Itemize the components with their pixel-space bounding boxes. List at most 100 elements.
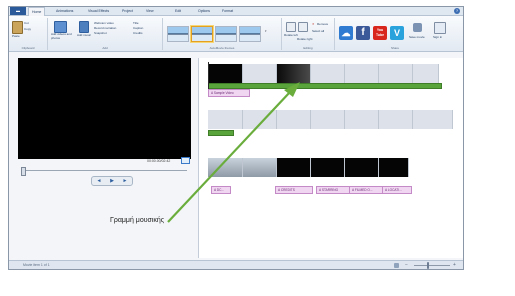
add-group-label: Add: [102, 46, 108, 50]
clip-frame: [243, 158, 277, 177]
tab-format[interactable]: Format: [219, 7, 236, 15]
facebook-icon[interactable]: f: [356, 26, 370, 40]
tab-view[interactable]: View: [143, 7, 157, 15]
themes-group: ▾ AutoMovie themes: [163, 18, 282, 50]
ribbon: Paste Cut Copy Clipboard Add videos and …: [9, 16, 463, 52]
playback-controls: ◄ ▶ ►: [91, 176, 133, 186]
clip-frame: [277, 64, 311, 83]
paste-icon[interactable]: [12, 21, 23, 34]
clip-frame: [208, 64, 243, 83]
status-text: Movie item 1 of 1: [23, 263, 50, 267]
time-counter: 00:00.00/02:42: [147, 159, 171, 163]
theme-thumbnail[interactable]: [215, 26, 237, 42]
select-all-button[interactable]: Select all: [312, 29, 324, 33]
credits-button[interactable]: Credits: [133, 31, 143, 35]
clip-frame: [311, 64, 345, 83]
snapshot-button[interactable]: Snapshot: [94, 31, 107, 35]
fullscreen-icon[interactable]: [181, 157, 190, 164]
video-clip-row[interactable]: [208, 64, 439, 83]
paste-button[interactable]: Paste: [12, 34, 20, 38]
tab-project[interactable]: Project: [119, 7, 136, 15]
caption-credits[interactable]: A CREDITS: [275, 186, 313, 194]
tab-edit[interactable]: Edit: [172, 7, 184, 15]
file-menu-button[interactable]: ▬: [10, 7, 26, 15]
music-note-icon[interactable]: [79, 21, 89, 33]
save-movie-icon[interactable]: [413, 23, 422, 32]
clip-frame: [345, 110, 379, 129]
clip-frame: [243, 64, 277, 83]
record-narration-button[interactable]: Record narration: [94, 26, 116, 30]
clip-frame: [379, 64, 413, 83]
rotate-left-icon[interactable]: [286, 22, 296, 32]
remove-icon[interactable]: ✕: [312, 22, 315, 26]
video-clip-row[interactable]: [208, 110, 453, 129]
cut-button[interactable]: Cut: [24, 21, 29, 25]
seek-bar[interactable]: [21, 170, 187, 171]
webcam-video-button[interactable]: Webcam video: [94, 21, 114, 25]
clip-frame: [208, 110, 243, 129]
clip-frame: [379, 158, 409, 177]
storyboard-view-icon[interactable]: [394, 263, 399, 268]
play-button[interactable]: ▶: [106, 177, 118, 185]
caption-title[interactable]: A DC...: [211, 186, 231, 194]
themes-more-icon[interactable]: ▾: [265, 29, 267, 33]
title-button[interactable]: Title: [133, 21, 139, 25]
add-group: Add videos and photos Add music Webcam v…: [48, 18, 163, 50]
clipboard-group: Paste Cut Copy Clipboard: [9, 18, 48, 50]
music-track-annotation: Γραμμή μουσικής: [110, 217, 165, 224]
zoom-thumb[interactable]: [427, 262, 429, 269]
add-music-button[interactable]: Add music: [77, 33, 91, 37]
caption-button[interactable]: Caption: [133, 26, 143, 30]
zoom-out-icon[interactable]: −: [405, 262, 410, 268]
theme-thumbnail[interactable]: [167, 26, 189, 42]
caption-sample-video[interactable]: A Sample Video: [208, 89, 250, 97]
clip-frame: [208, 158, 243, 177]
editing-group: Rotate left Rotate right ✕ Remove Select…: [282, 18, 335, 50]
sign-in-button[interactable]: Sign in: [433, 35, 442, 39]
seek-thumb[interactable]: [21, 167, 26, 176]
tab-home[interactable]: Home: [28, 7, 46, 16]
vimeo-icon[interactable]: V: [390, 26, 404, 40]
editing-group-label: Editing: [303, 46, 313, 50]
video-preview[interactable]: [18, 58, 191, 159]
rotate-right-icon[interactable]: [298, 22, 308, 32]
tab-visual-effects[interactable]: Visual Effects: [85, 7, 112, 15]
save-movie-button[interactable]: Save movie: [409, 35, 425, 39]
tab-options[interactable]: Options: [195, 7, 213, 15]
add-videos-button[interactable]: Add videos and photos: [51, 32, 75, 40]
youtube-icon[interactable]: You Tube: [373, 26, 387, 40]
rotate-right-button[interactable]: Rotate right: [297, 37, 313, 41]
skydrive-icon[interactable]: ☁: [339, 26, 353, 40]
clip-frame: [311, 110, 345, 129]
video-clip-row[interactable]: [208, 158, 409, 177]
theme-thumbnail[interactable]: [239, 26, 261, 42]
rotate-left-button[interactable]: Rotate left: [284, 33, 298, 37]
tab-animations[interactable]: Animations: [53, 7, 76, 15]
status-bar: Movie item 1 of 1 − +: [9, 260, 463, 269]
zoom-slider[interactable]: [414, 265, 450, 266]
storyboard: A Sample Video A DC... A CREDITS A STARR…: [198, 58, 463, 258]
clipboard-group-label: Clipboard: [21, 46, 35, 50]
remove-button[interactable]: Remove: [317, 22, 328, 26]
share-group: ☁ f You Tube V Save movie Sign in Share: [335, 18, 455, 50]
playhead[interactable]: [208, 62, 209, 92]
help-icon[interactable]: ?: [454, 8, 460, 14]
themes-group-label: AutoMovie themes: [209, 46, 235, 50]
clip-frame: [243, 110, 277, 129]
clip-frame: [277, 110, 311, 129]
next-frame-button[interactable]: ►: [119, 177, 131, 185]
zoom-in-icon[interactable]: +: [453, 262, 458, 268]
caption-location[interactable]: A LOCATI...: [382, 186, 412, 194]
movie-maker-window: ▬ Home Animations Visual Effects Project…: [8, 6, 464, 270]
clip-frame: [379, 110, 413, 129]
copy-button[interactable]: Copy: [24, 27, 31, 31]
clip-frame: [413, 110, 453, 129]
theme-thumbnail[interactable]: [191, 26, 213, 42]
clip-frame: [345, 64, 379, 83]
caption-filmed[interactable]: A FILMED O...: [349, 186, 383, 194]
music-track-bar[interactable]: [208, 130, 234, 136]
clip-frame: [345, 158, 379, 177]
sign-in-icon[interactable]: [434, 22, 446, 34]
caption-starring[interactable]: A STARRING: [316, 186, 350, 194]
previous-frame-button[interactable]: ◄: [93, 177, 105, 185]
